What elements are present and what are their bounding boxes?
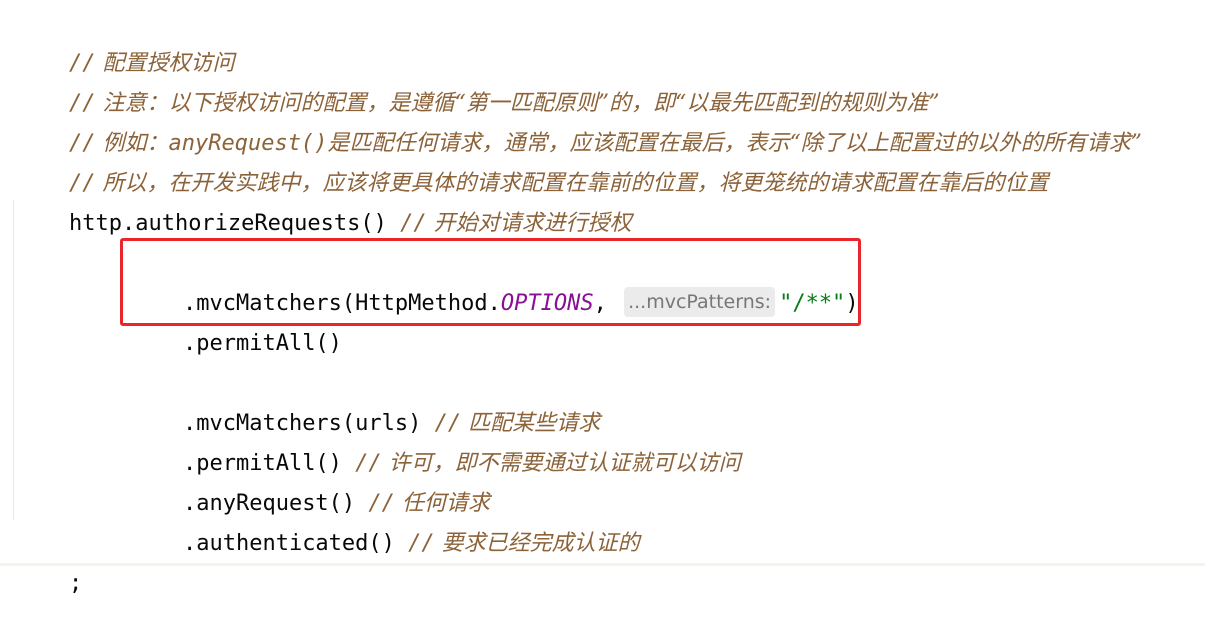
code-text: ;: [68, 571, 83, 596]
comment-text: 开始对请求进行授权: [426, 211, 632, 236]
code-close-paren: ): [845, 291, 859, 316]
code-line-9[interactable]: .permitAll() // 许可，即不需要通过认证就可以访问: [130, 404, 741, 476]
code-line-1[interactable]: // 配置授权访问: [16, 4, 235, 76]
code-line-3[interactable]: // 例如：anyRequest()是匹配任何请求，通常，应该配置在最后，表示“…: [16, 84, 1142, 156]
parameter-hint: ...mvcPatterns:: [624, 287, 776, 317]
code-line-6[interactable]: .mvcMatchers(HttpMethod.OPTIONS, ...mvcP…: [130, 244, 859, 317]
comment-text: 要求已经完成认证的: [434, 531, 640, 556]
code-comma: ,: [593, 291, 607, 316]
code-text: .authenticated(): [182, 531, 409, 556]
code-line-11[interactable]: .authenticated() // 要求已经完成认证的: [130, 484, 640, 556]
code-line-10[interactable]: .anyRequest() // 任何请求: [130, 444, 490, 516]
string-literal: "/**": [779, 291, 846, 316]
static-field-options: OPTIONS: [500, 291, 594, 316]
comment-slashes: //: [400, 211, 427, 236]
code-line-12[interactable]: ;: [16, 524, 82, 596]
code-text: .permitAll(): [182, 331, 342, 356]
code-editor[interactable]: // 配置授权访问 // 注意：以下授权访问的配置，是遵循“第一匹配原则”的，即…: [0, 0, 1205, 596]
code-line-2[interactable]: // 注意：以下授权访问的配置，是遵循“第一匹配原则”的，即“以最先匹配到的规则…: [16, 44, 939, 116]
code-text: http.authorizeRequests(): [68, 211, 401, 236]
code-line-4[interactable]: // 所以，在开发实践中，应该将更具体的请求配置在靠前的位置，将更笼统的请求配置…: [16, 124, 1049, 196]
code-line-5[interactable]: http.authorizeRequests() // 开始对请求进行授权: [16, 164, 632, 236]
code-line-8[interactable]: .mvcMatchers(urls) // 匹配某些请求: [130, 364, 600, 436]
indent-guide: [13, 200, 14, 520]
comment-slashes: //: [408, 531, 435, 556]
code-line-7[interactable]: .permitAll(): [130, 284, 342, 356]
